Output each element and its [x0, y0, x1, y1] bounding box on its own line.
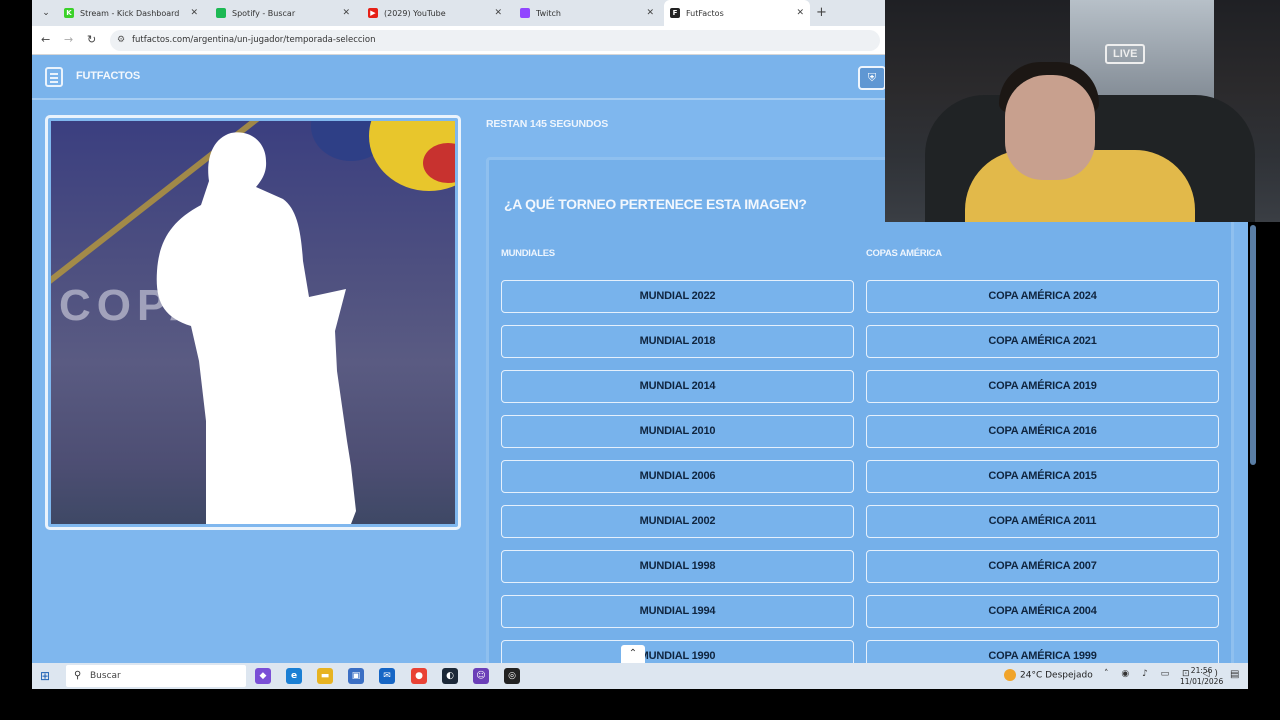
reload-icon[interactable]: ↻ [87, 33, 96, 46]
player-silhouette [156, 132, 356, 524]
steam-icon[interactable]: ◐ [442, 668, 458, 684]
spotify-icon [216, 8, 226, 18]
tab-title: FutFactos [686, 8, 724, 18]
clock-time: 21:56 [1190, 666, 1213, 675]
player-silhouette-image: COPA [51, 121, 455, 524]
chrome-icon[interactable]: ● [411, 668, 427, 684]
weather-widget[interactable]: 24°C Despejado [1004, 669, 1093, 681]
moon-icon [1004, 669, 1016, 681]
option-button-copa-america[interactable]: COPA AMÉRICA 2021 [866, 325, 1219, 358]
close-tab-icon[interactable]: ✕ [190, 8, 198, 18]
mundiales-heading: MUNDIALES [501, 248, 555, 259]
store-icon[interactable]: ▣ [348, 668, 364, 684]
live-sign: LIVE [1105, 44, 1146, 64]
option-button-mundial[interactable]: MUNDIAL 2014 [501, 370, 854, 403]
option-button-copa-america[interactable]: COPA AMÉRICA 2024 [866, 280, 1219, 313]
mail-icon[interactable]: ✉ [379, 668, 395, 684]
option-button-copa-america[interactable]: COPA AMÉRICA 2016 [866, 415, 1219, 448]
new-tab-button[interactable]: + [816, 5, 827, 20]
browser-tab[interactable]: ▶ (2029) YouTube ✕ [362, 0, 508, 26]
tab-title: (2029) YouTube [384, 8, 446, 18]
browser-address-bar: ← → ↻ ⚙ futfactos.com/argentina/un-jugad… [32, 26, 885, 55]
option-button-mundial[interactable]: MUNDIAL 2002 [501, 505, 854, 538]
youtube-icon: ▶ [368, 8, 378, 18]
browser-tab[interactable]: K Stream - Kick Dashboard ✕ [58, 0, 204, 26]
tab-title: Spotify - Buscar [232, 8, 296, 18]
browser-tab[interactable]: F FutFactos ✕ [664, 0, 810, 26]
twitch-icon [520, 8, 530, 18]
close-tab-icon[interactable]: ✕ [646, 8, 654, 18]
option-button-mundial[interactable]: MUNDIAL 1990 [501, 640, 854, 663]
option-button-mundial[interactable]: MUNDIAL 1994 [501, 595, 854, 628]
taskbar-search-box[interactable]: ⚲ Buscar [66, 665, 246, 687]
option-button-copa-america[interactable]: COPA AMÉRICA 2015 [866, 460, 1219, 493]
url-text: futfactos.com/argentina/un-jugador/tempo… [132, 35, 376, 45]
weather-text: 24°C Despejado [1020, 670, 1093, 681]
kick-icon: K [64, 8, 74, 18]
file-explorer-icon[interactable]: ▬ [317, 668, 333, 684]
discord-icon[interactable]: ☺ [473, 668, 489, 684]
option-button-mundial[interactable]: MUNDIAL 2018 [501, 325, 854, 358]
option-button-copa-america[interactable]: COPA AMÉRICA 2011 [866, 505, 1219, 538]
site-info-icon[interactable]: ⚙ [117, 30, 125, 51]
option-button-mundial[interactable]: MUNDIAL 1998 [501, 550, 854, 583]
close-tab-icon[interactable]: ✕ [342, 8, 350, 18]
tab-title: Stream - Kick Dashboard [80, 8, 180, 18]
quiz-panel: ¿A QUÉ TORNEO PERTENECE ESTA IMAGEN? MUN… [486, 157, 1234, 663]
windows-start-icon[interactable]: ⊞ [40, 669, 50, 683]
screen: ⌄ K Stream - Kick Dashboard ✕ Spotify - Bus… [0, 0, 1280, 720]
site-logo-text[interactable]: FUTFACTOS [76, 70, 140, 82]
option-button-copa-america[interactable]: COPA AMÉRICA 2019 [866, 370, 1219, 403]
scroll-up-chevron-icon[interactable]: ⌃ [621, 645, 645, 663]
option-button-copa-america[interactable]: COPA AMÉRICA 2007 [866, 550, 1219, 583]
taskbar-search-placeholder: Buscar [90, 671, 121, 681]
browser-tab[interactable]: Spotify - Buscar ✕ [210, 0, 356, 26]
countdown-timer: RESTAN 145 SEGUNDOS [486, 118, 609, 130]
taskbar-clock[interactable]: 21:56 11/01/2026 [1180, 665, 1223, 687]
browser-tab-bar: ⌄ K Stream - Kick Dashboard ✕ Spotify - Bus… [32, 0, 885, 26]
copilot-icon[interactable]: ◆ [255, 668, 271, 684]
futfactos-icon: F [670, 8, 680, 18]
webcam-overlay: LIVE [885, 0, 1280, 222]
option-button-mundial[interactable]: MUNDIAL 2022 [501, 280, 854, 313]
team-crest-icon[interactable]: ⛨ [858, 66, 886, 90]
url-field[interactable]: ⚙ futfactos.com/argentina/un-jugador/tem… [110, 30, 880, 51]
notification-icon[interactable]: ▤ [1230, 669, 1239, 680]
tab-title: Twitch [536, 8, 561, 18]
close-tab-icon[interactable]: ✕ [494, 8, 502, 18]
close-tab-icon[interactable]: ✕ [796, 8, 804, 18]
windows-taskbar: ⊞ ⚲ Buscar ◆ e ▬ ▣ ✉ ● ◐ ☺ ◎ 24°C Despej… [32, 663, 1248, 689]
browser-tab[interactable]: Twitch ✕ [514, 0, 660, 26]
forward-arrow-icon[interactable]: → [64, 33, 73, 46]
player-photo-frame: COPA [45, 115, 461, 530]
edge-icon[interactable]: e [286, 668, 302, 684]
page-scrollbar-thumb[interactable] [1250, 225, 1256, 465]
obs-icon[interactable]: ◎ [504, 668, 520, 684]
option-button-copa-america[interactable]: COPA AMÉRICA 1999 [866, 640, 1219, 663]
option-button-copa-america[interactable]: COPA AMÉRICA 2004 [866, 595, 1219, 628]
option-button-mundial[interactable]: MUNDIAL 2010 [501, 415, 854, 448]
clock-date: 11/01/2026 [1180, 677, 1224, 686]
futfactos-logo-icon[interactable] [45, 67, 63, 87]
tab-search-dropdown-icon[interactable]: ⌄ [38, 5, 54, 21]
question-title: ¿A QUÉ TORNEO PERTENECE ESTA IMAGEN? [504, 196, 807, 212]
option-button-mundial[interactable]: MUNDIAL 2006 [501, 460, 854, 493]
copas-america-heading: COPAS AMÉRICA [866, 248, 942, 259]
search-icon: ⚲ [74, 670, 82, 681]
back-arrow-icon[interactable]: ← [41, 33, 50, 46]
